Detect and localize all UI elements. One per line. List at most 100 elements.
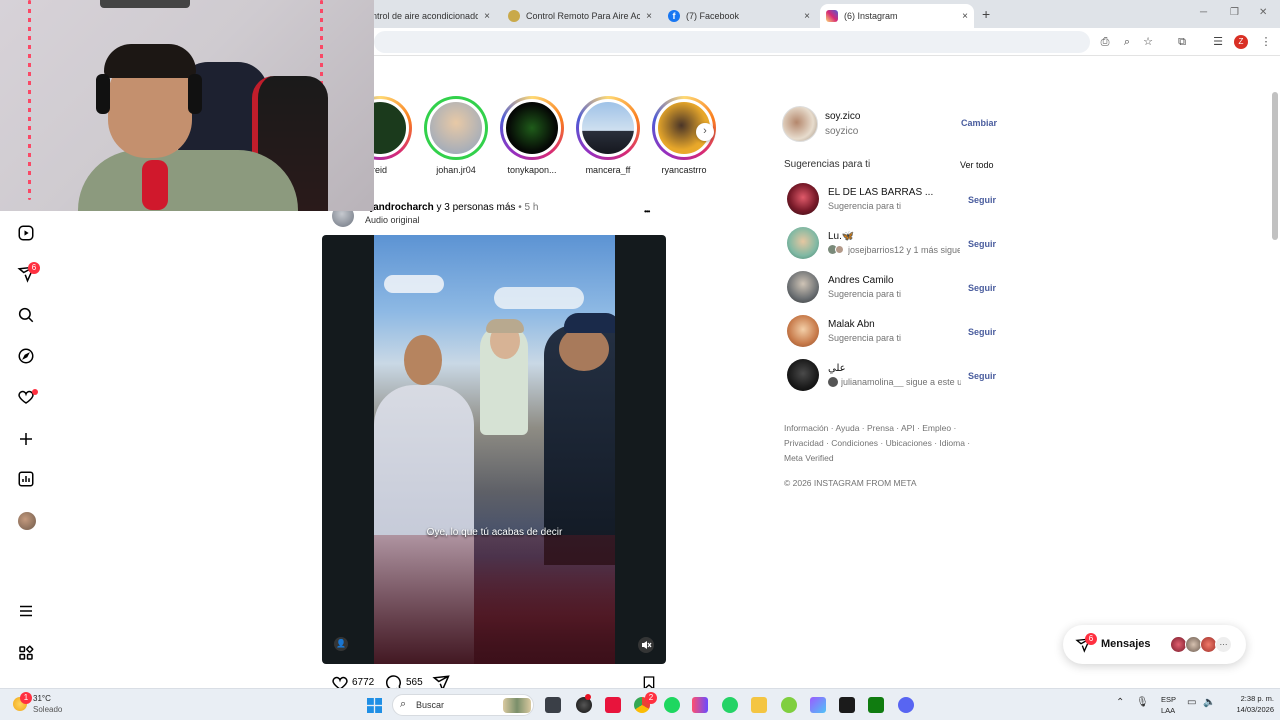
explore-compass-icon[interactable] <box>16 346 36 366</box>
post-header: lejandrocharch y 3 personas más • 5 h <box>362 202 538 213</box>
zoom-icon[interactable]: ⌕ <box>1120 35 1134 49</box>
weather-desc[interactable]: Soleado <box>33 705 62 714</box>
suggestion-name[interactable]: Malak Abn <box>828 319 875 330</box>
man-cap <box>564 313 615 333</box>
app-icon[interactable] <box>781 697 797 713</box>
taskbar-search-box[interactable]: ⌕ Buscar <box>392 694 534 716</box>
suggestion-name[interactable]: Andres Camilo <box>828 275 894 286</box>
post-video[interactable]: Oye, lo que tú acabas de decir 👤 <box>322 235 666 664</box>
suggestion-subtitle: Sugerencia para ti <box>828 289 902 299</box>
volume-icon[interactable]: 🔈 <box>1203 697 1215 708</box>
footer-links-row[interactable]: Información · Ayuda · Prensa · API · Emp… <box>784 423 956 433</box>
account-username[interactable]: soy.zico <box>825 111 860 122</box>
story-item[interactable]: johan.jr04 <box>424 96 488 175</box>
video-bottom-shade <box>374 535 615 664</box>
suggestion-avatar[interactable] <box>787 227 819 259</box>
minimize-icon[interactable]: ─ <box>1200 7 1207 18</box>
tagged-users-icon[interactable]: 👤 <box>334 637 348 651</box>
tab-facebook[interactable]: f (7) Facebook × <box>662 4 816 28</box>
more-menu-icon[interactable] <box>16 601 36 621</box>
story-item[interactable]: tonykapon... <box>500 96 564 175</box>
post-collaborators[interactable]: y 3 personas más <box>434 202 515 213</box>
new-tab-button[interactable]: + <box>982 6 990 22</box>
tiktok-studio-icon[interactable] <box>692 697 708 713</box>
suggestion-name[interactable]: Lu.🦋 <box>828 231 854 242</box>
follow-button[interactable]: Seguir <box>968 327 996 337</box>
stories-next-arrow-icon[interactable]: › <box>696 123 714 141</box>
account-avatar[interactable] <box>782 106 818 142</box>
app-icon[interactable] <box>810 697 826 713</box>
post-more-icon[interactable]: ••• <box>644 207 650 216</box>
weather-temp[interactable]: 31°C <box>33 694 51 703</box>
suggestion-avatar[interactable] <box>787 271 819 303</box>
xbox-app-icon[interactable] <box>868 697 884 713</box>
suggestion-subtitle: Sugerencia para ti <box>828 333 902 343</box>
language-code[interactable]: ESP <box>1161 695 1176 704</box>
messages-widget[interactable]: 6 Mensajes ··· <box>1063 625 1246 664</box>
reading-list-icon[interactable]: ☰ <box>1211 35 1225 49</box>
install-app-icon[interactable]: ⎙ <box>1098 35 1112 49</box>
comments-count[interactable]: 565 <box>406 677 423 688</box>
profile-avatar[interactable] <box>18 512 36 530</box>
story-item[interactable]: mancera_ff <box>576 96 640 175</box>
search-icon[interactable] <box>16 305 36 325</box>
tray-overflow-icon[interactable]: ⌃ <box>1116 697 1124 708</box>
tab-control-remoto[interactable]: Control Remoto Para Aire Acon × <box>502 4 658 28</box>
tiktok-app-icon[interactable] <box>605 697 621 713</box>
tab-title: (7) Facebook <box>686 11 740 21</box>
see-all-button[interactable]: Ver todo <box>960 160 994 170</box>
also-from-meta-icon[interactable] <box>16 643 36 663</box>
close-tab-icon[interactable]: × <box>484 11 490 22</box>
capcut-app-icon[interactable] <box>839 697 855 713</box>
mutual-avatar <box>828 377 838 387</box>
likes-count[interactable]: 6772 <box>352 677 374 688</box>
extensions-icon[interactable]: ⧉ <box>1175 35 1189 49</box>
footer-links-row[interactable]: Privacidad · Condiciones · Ubicaciones ·… <box>784 438 970 448</box>
address-bar[interactable] <box>374 31 1090 53</box>
microphone-tray-icon[interactable]: 🎙 <box>1136 697 1149 708</box>
tab-instagram[interactable]: (6) Instagram × <box>820 4 974 28</box>
suggestion-avatar[interactable] <box>787 315 819 347</box>
follow-button[interactable]: Seguir <box>968 195 996 205</box>
page-scrollbar[interactable] <box>1272 92 1278 240</box>
footer-links-row[interactable]: Meta Verified <box>784 453 834 463</box>
clock-time[interactable]: 2:38 p. m. <box>1226 694 1274 703</box>
network-icon[interactable]: ▭ <box>1187 697 1196 708</box>
task-view-icon[interactable] <box>545 697 561 713</box>
mute-icon[interactable] <box>638 637 654 653</box>
suggestion-subtitle: Sugerencia para ti <box>828 201 902 211</box>
clock-date[interactable]: 14/03/2026 <box>1222 705 1274 714</box>
tab-aire-acondicionado[interactable]: ntrol de aire acondicionado × <box>366 4 496 28</box>
follow-button[interactable]: Seguir <box>968 239 996 249</box>
story-avatar <box>427 99 485 157</box>
maximize-icon[interactable]: ❐ <box>1230 7 1239 18</box>
suggestion-name[interactable]: علي <box>828 363 846 374</box>
close-tab-icon[interactable]: × <box>646 11 652 22</box>
story-avatar <box>579 99 637 157</box>
person-shirt <box>78 150 298 211</box>
dashboard-chart-icon[interactable] <box>16 469 36 489</box>
close-tab-icon[interactable]: × <box>962 11 968 22</box>
reels-icon[interactable] <box>16 223 36 243</box>
close-tab-icon[interactable]: × <box>804 11 810 22</box>
create-plus-icon[interactable] <box>16 429 36 449</box>
suggestion-name[interactable]: EL DE LAS BARRAS ... <box>828 187 933 198</box>
bookmark-star-icon[interactable]: ☆ <box>1141 35 1155 49</box>
post-audio[interactable]: Audio original <box>365 215 420 225</box>
cloud <box>494 287 584 309</box>
discord-app-icon[interactable] <box>898 697 914 713</box>
browser-menu-icon[interactable]: ⋮ <box>1259 35 1273 49</box>
follow-button[interactable]: Seguir <box>968 283 996 293</box>
keyboard-layout[interactable]: LAA <box>1161 706 1175 715</box>
spotify-app-icon[interactable] <box>664 697 680 713</box>
story-ring <box>500 96 564 160</box>
suggestion-avatar[interactable] <box>787 183 819 215</box>
file-explorer-icon[interactable] <box>751 697 767 713</box>
switch-account-button[interactable]: Cambiar <box>961 118 997 128</box>
windows-start-icon[interactable] <box>367 698 382 713</box>
follow-button[interactable]: Seguir <box>968 371 996 381</box>
profile-avatar[interactable]: Z <box>1234 35 1248 49</box>
whatsapp-app-icon[interactable] <box>722 697 738 713</box>
suggestion-avatar[interactable] <box>787 359 819 391</box>
close-window-icon[interactable]: ✕ <box>1259 7 1267 18</box>
